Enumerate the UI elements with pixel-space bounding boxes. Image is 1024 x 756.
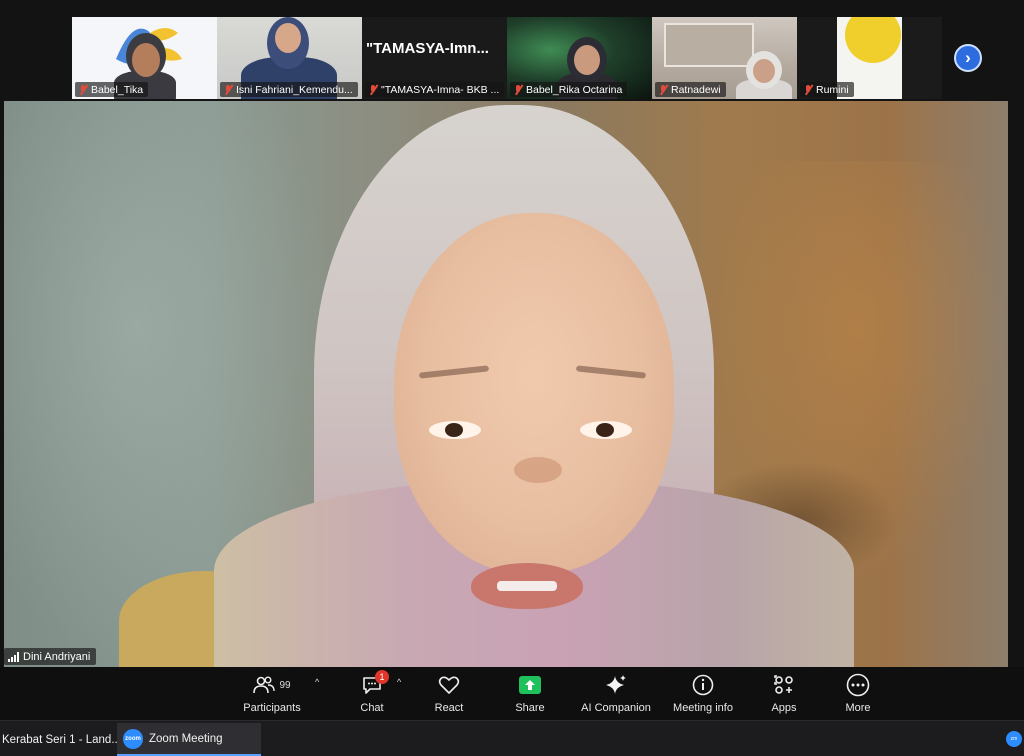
share-button[interactable]: Share	[509, 672, 551, 718]
react-button[interactable]: React	[428, 672, 470, 718]
apps-button[interactable]: Apps	[768, 672, 800, 718]
meeting-toolbar: 99 Participants ^ 1 Chat ^ React Share A…	[0, 667, 1024, 720]
sparkle-icon	[606, 675, 626, 694]
participant-name-display: "TAMASYA-Imn...	[366, 40, 489, 57]
participant-name-label: Babel_Tika	[75, 82, 149, 97]
participant-name-label: Babel_Rika Octarina	[510, 82, 628, 97]
chat-options-caret[interactable]: ^	[397, 677, 401, 687]
more-button[interactable]: More	[840, 672, 876, 718]
muted-mic-icon	[803, 84, 813, 95]
muted-mic-icon	[78, 84, 88, 95]
ai-companion-button[interactable]: AI Companion	[578, 672, 654, 718]
meeting-info-button[interactable]: Meeting info	[668, 672, 738, 718]
zoom-logo-icon: zoom	[123, 728, 143, 749]
speaker-figure	[4, 101, 1008, 667]
info-icon	[692, 674, 714, 696]
zoom-tray-icon[interactable]: zm	[1006, 731, 1022, 747]
participant-count: 99	[279, 679, 291, 691]
thumbnail-tile[interactable]: "TAMASYA-Imn... "TAMASYA-Imna- BKB ...	[362, 17, 507, 99]
participants-options-caret[interactable]: ^	[315, 677, 319, 687]
zoom-meeting-window: Babel_Tika Isni Fahriani_Kemendu... "TAM…	[0, 0, 1024, 756]
thumbnail-tile[interactable]: Isni Fahriani_Kemendu...	[217, 17, 362, 99]
taskbar-item-label: Zoom Meeting	[149, 732, 223, 745]
signal-strength-icon	[8, 651, 19, 662]
muted-mic-icon	[658, 84, 668, 95]
heart-icon	[438, 676, 460, 694]
thumbnail-tile[interactable]: Babel_Tika	[72, 17, 217, 99]
chevron-right-icon: ›	[965, 48, 971, 67]
participant-name-label: Isni Fahriani_Kemendu...	[220, 82, 358, 97]
participant-name-label: Rumini	[800, 82, 854, 97]
active-speaker-video	[4, 101, 1008, 667]
chat-button[interactable]: 1 Chat	[350, 670, 394, 718]
chat-label: Chat	[360, 702, 384, 714]
os-taskbar: Kerabat Seri 1 - Land... zoom Zoom Meeti…	[0, 720, 1024, 756]
more-icon	[846, 673, 870, 697]
participants-label: Participants	[243, 702, 301, 714]
muted-mic-icon	[513, 84, 523, 95]
thumbnail-tile[interactable]: Rumini	[797, 17, 902, 99]
active-speaker-name-label: Dini Andriyani	[4, 648, 97, 665]
participant-name-label: "TAMASYA-Imna- BKB ...	[365, 82, 504, 97]
ai-companion-label: AI Companion	[581, 702, 651, 714]
meeting-info-label: Meeting info	[673, 702, 733, 714]
react-label: React	[434, 702, 464, 714]
chat-unread-badge: 1	[375, 670, 389, 684]
apps-icon	[774, 675, 793, 694]
muted-mic-icon	[223, 84, 233, 95]
participants-button[interactable]: 99 Participants	[240, 672, 304, 718]
share-label: Share	[515, 702, 545, 714]
participants-icon	[253, 676, 276, 694]
thumbnail-tile[interactable]: Ratnadewi	[652, 17, 797, 99]
muted-mic-icon	[368, 84, 378, 95]
more-label: More	[845, 702, 871, 714]
participant-name-label: Ratnadewi	[655, 82, 726, 97]
tray-icon-label: zm	[1010, 736, 1018, 742]
apps-label: Apps	[771, 702, 797, 714]
next-page-button[interactable]: ›	[954, 44, 982, 72]
taskbar-item-zoom-meeting[interactable]: zoom Zoom Meeting	[117, 723, 261, 756]
thumbnail-tile[interactable]: Babel_Rika Octarina	[507, 17, 652, 99]
taskbar-item-label: Kerabat Seri 1 - Land...	[2, 733, 121, 746]
taskbar-item-landing[interactable]: Kerabat Seri 1 - Land...	[0, 723, 121, 756]
share-screen-icon	[519, 676, 541, 694]
thumbnail-strip: Babel_Tika Isni Fahriani_Kemendu... "TAM…	[72, 17, 942, 99]
